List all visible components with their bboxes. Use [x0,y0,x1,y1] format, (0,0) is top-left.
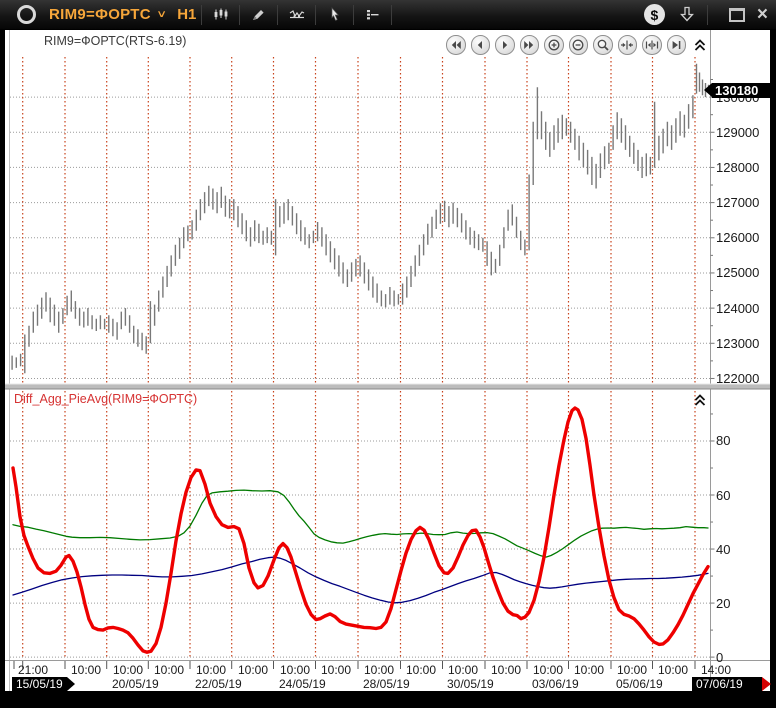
date-axis-label: 30/05/19 [447,677,494,691]
indicator-plot[interactable] [10,391,710,659]
expand-bars-button[interactable] [642,35,662,55]
time-axis-label: 10:00 [658,663,688,677]
zoom-out-button[interactable] [569,35,589,55]
indicator-axis-label: 20 [716,596,730,611]
price-axis-label: 122000 [716,371,759,386]
time-axis-label: 10:00 [321,663,351,677]
close-icon[interactable]: × [757,5,768,24]
fast-rewind-button[interactable] [446,35,466,55]
price-axis-label: 124000 [716,301,759,316]
price-axis-label: 129000 [716,125,759,140]
price-axis-label: 125000 [716,265,759,280]
time-axis-label: 10:00 [280,663,310,677]
pencil-icon[interactable] [245,3,272,26]
compress-bars-icon [620,38,634,52]
time-axis-label: 10:00 [406,663,436,677]
date-axis-label: 03/06/19 [532,677,579,691]
date-axis-label: 28/05/19 [363,677,410,691]
terminal-window: RIM9=ФОРТС ∨ H1 $ × [0,0,776,708]
price-chart-plot[interactable] [10,57,710,383]
last-price-tag: 130180 [712,83,772,98]
date-axis-label: 24/05/19 [279,677,326,691]
app-logo-ring-icon [17,5,36,24]
cursor-icon[interactable] [321,3,348,26]
indicator-axis-label: 40 [716,542,730,557]
date-axis-label: 05/06/19 [616,677,663,691]
indicator-wave-icon[interactable] [283,3,310,26]
time-axis-label: 10:00 [617,663,647,677]
chart-nav-toolbar [446,35,686,55]
time-axis-label: 10:00 [574,663,604,677]
go-to-end-icon [669,38,683,52]
timeframe-label[interactable]: H1 [177,6,196,23]
start-date-tag: 15/05/19 [12,677,67,692]
price-axis-label: 123000 [716,336,759,351]
price-axis-label: 127000 [716,195,759,210]
fast-rewind-icon [449,38,463,52]
step-back-icon [473,38,487,52]
price-axis-label: 126000 [716,230,759,245]
step-back-button[interactable] [471,35,491,55]
time-axis-label: 10:00 [71,663,101,677]
step-forward-icon [498,38,512,52]
search-zoom-icon [596,38,610,52]
time-axis-label: 10:00 [238,663,268,677]
price-panel-title: RIM9=ФОРТС(RTS-6.19) [44,34,186,48]
time-axis-label: 10:00 [533,663,563,677]
time-axis-label: 10:00 [448,663,478,677]
date-axis-label: 22/05/19 [195,677,242,691]
symbol-name[interactable]: RIM9=ФОРТС [49,6,151,23]
dollar-icon[interactable]: $ [644,4,665,25]
date-axis-label: 20/05/19 [112,677,159,691]
time-axis-label: 21:00 [18,663,48,677]
time-axis-label: 10:00 [491,663,521,677]
collapse-top-panel-icon[interactable] [693,37,707,53]
fast-forward-icon [522,38,536,52]
compress-bars-button[interactable] [618,35,638,55]
candlestick-chart-icon[interactable] [207,3,234,26]
time-axis-label: 10:00 [154,663,184,677]
indicator-axis-label: 60 [716,488,730,503]
collapse-indicator-panel-icon[interactable] [693,392,707,408]
search-zoom-button[interactable] [593,35,613,55]
download-arrow-icon[interactable] [679,6,695,23]
restore-window-icon[interactable] [729,8,745,22]
zoom-out-icon [571,38,585,52]
end-date-tag: 07/06/19 [692,677,762,692]
time-axis-label: 10:00 [113,663,143,677]
levels-icon[interactable] [359,3,386,26]
title-bar: RIM9=ФОРТС ∨ H1 $ × [0,0,776,30]
indicator-axis-label: 80 [716,433,730,448]
step-forward-button[interactable] [495,35,515,55]
time-axis-label: 10:00 [364,663,394,677]
zoom-in-button[interactable] [544,35,564,55]
zoom-in-icon [547,38,561,52]
price-axis-label: 128000 [716,160,759,175]
chevron-down-icon[interactable]: ∨ [156,9,167,20]
time-axis-label: 14:00 [701,663,731,677]
go-to-end-button[interactable] [667,35,687,55]
expand-bars-icon [645,38,659,52]
fast-forward-button[interactable] [520,35,540,55]
time-axis-label: 10:00 [196,663,226,677]
indicator-panel-title: Diff_Agg_PieAvg(RIM9=ФОРТС) [14,392,197,406]
